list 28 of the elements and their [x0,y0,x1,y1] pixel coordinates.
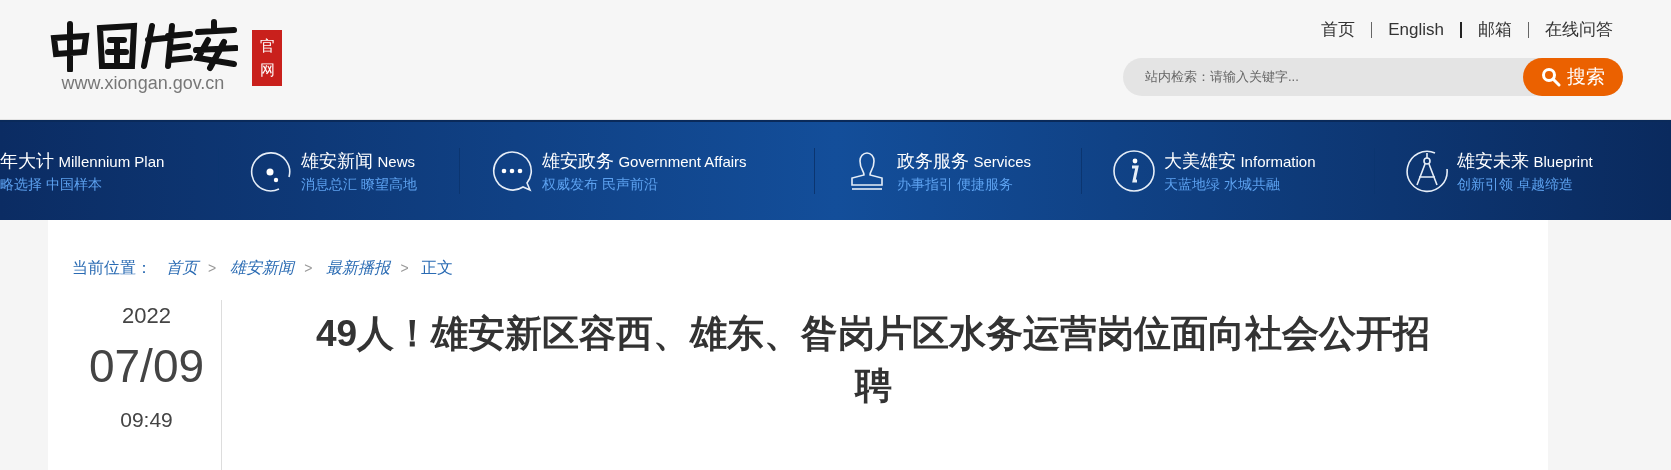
breadcrumb-separator: > [304,258,313,278]
article-time: 09:49 [120,407,173,433]
breadcrumb-link[interactable]: 雄安新闻 [230,256,295,280]
article-date: 07/09 [88,339,205,394]
top-link[interactable]: English [1388,18,1444,42]
chat-icon [490,149,534,193]
nav-item[interactable]: 雄安未来 Blueprint 创新引领 卓越缔造 [1457,148,1593,194]
nav-item[interactable]: 雄安新闻 News 消息总汇 瞭望高地 [301,148,417,194]
article-title: 49人！雄安新区容西、雄东、昝岗片区水务运营岗位面向社会公开招聘 [314,312,1432,408]
breadcrumb-separator: > [208,258,217,278]
nav-item[interactable]: 雄安政务 Government Affairs 权威发布 民声前沿 [542,148,747,194]
article-year: 2022 [122,302,171,330]
nav-item[interactable]: 政务服务 Services 办事指引 便捷服务 [897,148,1031,194]
top-link[interactable]: 邮箱 [1478,18,1512,42]
breadcrumb-link[interactable]: 最新播报 [326,256,391,280]
news-icon [249,149,293,193]
info-icon [1112,149,1156,193]
nav-item[interactable]: 年大计 Millennium Plan 略选择 中国样本 [0,148,165,194]
search-icon [1541,67,1561,87]
breadcrumb-label: 当前位置： [72,258,152,278]
compass-icon [1405,149,1449,193]
breadcrumb-separator: > [400,258,409,278]
nav-item[interactable]: 大美雄安 Information 天蓝地绿 水城共融 [1164,148,1316,194]
seal-stamp: 官网 [252,30,282,86]
site-url: www.xiongan.gov.cn [61,72,225,94]
top-link[interactable]: 首页 [1321,18,1356,42]
breadcrumb-current: 正文 [420,258,453,278]
top-link[interactable]: 在线问答 [1545,18,1613,42]
